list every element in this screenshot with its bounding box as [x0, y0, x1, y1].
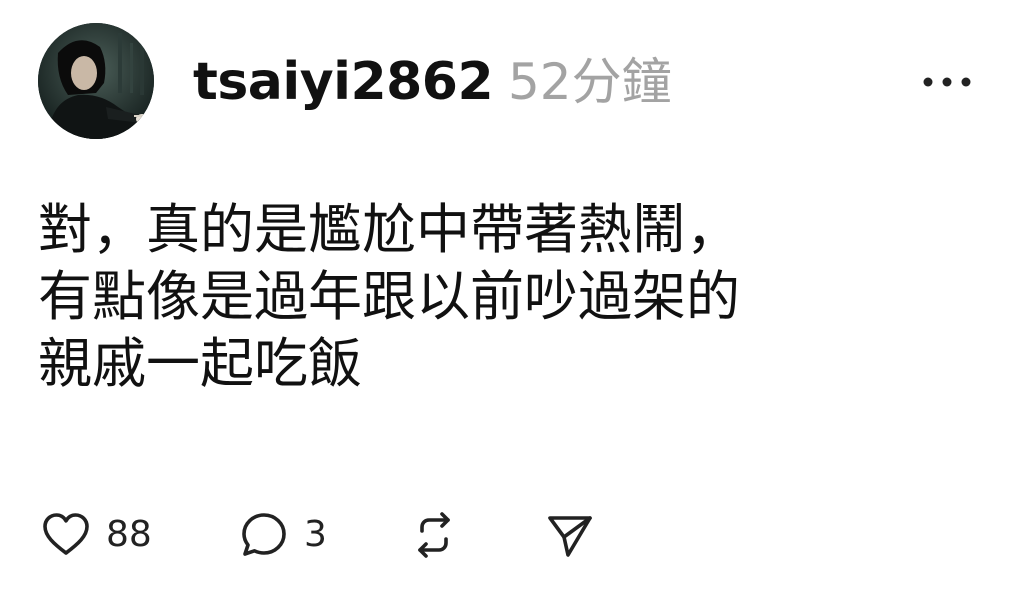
more-options-button[interactable]	[917, 62, 977, 102]
avatar-image	[38, 23, 154, 139]
post-body: 對，真的是尷尬中帶著熱鬧， 有點像是過年跟以前吵過架的 親戚一起吃飯	[38, 196, 958, 397]
post-card: tsaiyi2862 52分鐘 對，真的是尷尬中帶著熱鬧， 有點像是過年跟以前吵…	[0, 0, 1024, 599]
post-body-line: 對，真的是尷尬中帶著熱鬧，	[38, 198, 740, 261]
comment-count: 3	[304, 514, 327, 555]
repost-button[interactable]	[408, 507, 460, 563]
action-bar: 88 3	[40, 507, 640, 563]
like-button[interactable]: 88	[40, 507, 152, 563]
comment-button[interactable]: 3	[238, 507, 327, 563]
post-body-line: 親戚一起吃飯	[38, 332, 362, 395]
comment-bubble-icon	[242, 513, 286, 556]
timestamp: 52分鐘	[508, 53, 672, 111]
share-button[interactable]	[544, 507, 596, 563]
username[interactable]: tsaiyi2862	[193, 50, 494, 114]
like-count: 88	[106, 514, 152, 555]
avatar[interactable]	[38, 23, 154, 139]
send-icon	[548, 516, 592, 557]
post-body-line: 有點像是過年跟以前吵過架的	[38, 265, 740, 328]
more-horizontal-icon	[923, 77, 971, 87]
heart-icon	[43, 513, 89, 555]
repost-icon	[418, 512, 450, 558]
